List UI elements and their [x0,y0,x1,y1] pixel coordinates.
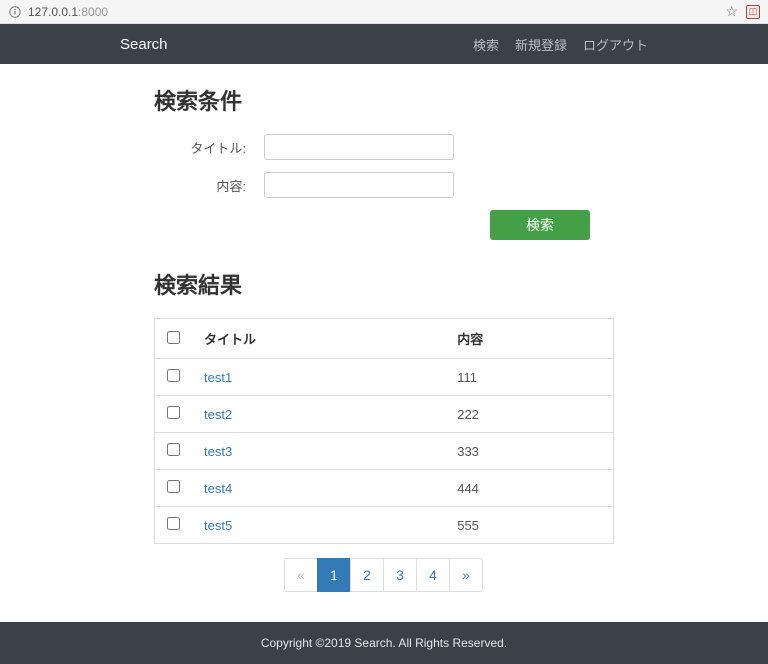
nav-link-search[interactable]: 検索 [473,35,499,54]
search-button[interactable]: 検索 [490,210,590,240]
main-container: 検索条件 タイトル: 内容: 検索 検索結果 タイトル 内容 test1111t… [154,64,614,622]
row-checkbox-cell [155,470,193,507]
extension-icon[interactable]: ◫ [746,5,760,19]
row-checkbox[interactable] [167,369,180,382]
page-4[interactable]: 4 [416,558,450,592]
nav-link-register[interactable]: 新規登録 [515,35,567,54]
select-all-checkbox[interactable] [167,331,180,344]
content-label: 内容: [154,176,264,195]
page-3[interactable]: 3 [383,558,417,592]
url-port: :8000 [78,5,108,19]
row-title-cell: test4 [192,470,445,507]
table-row: test3 333 [155,433,614,470]
page-1[interactable]: 1 [317,558,351,592]
results-table: タイトル 内容 test1 111 test2 222 test3 333 test4 444… [154,318,614,544]
row-title-cell: test3 [192,433,445,470]
row-checkbox[interactable] [167,517,180,530]
row-checkbox-cell [155,507,193,544]
table-row: test4 444 [155,470,614,507]
content-input[interactable] [264,172,454,198]
row-content-cell: 111 [445,359,613,396]
page-2[interactable]: 2 [350,558,384,592]
button-row: 検索 [154,210,614,240]
nav-link-logout[interactable]: ログアウト [583,35,648,54]
row-checkbox[interactable] [167,480,180,493]
bookmark-star-icon[interactable]: ☆ [725,3,738,20]
row-title-link[interactable]: test3 [204,444,232,459]
row-checkbox-cell [155,359,193,396]
row-title-link[interactable]: test2 [204,407,232,422]
row-title-link[interactable]: test5 [204,518,232,533]
table-header-row: タイトル 内容 [155,319,614,359]
footer-text: Copyright ©2019 Search. All Rights Reser… [261,636,507,650]
table-row: test2 222 [155,396,614,433]
row-content-cell: 222 [445,396,613,433]
title-label: タイトル: [154,138,264,157]
table-row: test1 111 [155,359,614,396]
row-title-cell: test5 [192,507,445,544]
row-title-cell: test2 [192,396,445,433]
table-row: test5 555 [155,507,614,544]
row-content-cell: 333 [445,433,613,470]
form-row-title: タイトル: [154,134,614,160]
row-checkbox-cell [155,396,193,433]
url-text[interactable]: 127.0.0.1:8000 [28,5,108,19]
form-row-content: 内容: [154,172,614,198]
browser-address-bar: 127.0.0.1:8000 ☆ ◫ [0,0,768,24]
row-title-cell: test1 [192,359,445,396]
brand-link[interactable]: Search [120,36,168,53]
nav-right: 検索 新規登録 ログアウト [473,35,648,54]
search-conditions-heading: 検索条件 [154,84,614,116]
url-host: 127.0.0.1 [28,5,78,19]
title-input[interactable] [264,134,454,160]
page-prev[interactable]: « [284,558,318,592]
row-checkbox-cell [155,433,193,470]
header-title: タイトル [192,319,445,359]
results-heading: 検索結果 [154,268,614,300]
header-checkbox-cell [155,319,193,359]
row-title-link[interactable]: test4 [204,481,232,496]
row-content-cell: 444 [445,470,613,507]
row-content-cell: 555 [445,507,613,544]
pagination: « 1234 » [154,558,614,592]
info-icon [8,5,22,19]
row-checkbox[interactable] [167,443,180,456]
navbar: Search 検索 新規登録 ログアウト [0,24,768,64]
page-next[interactable]: » [449,558,483,592]
footer: Copyright ©2019 Search. All Rights Reser… [0,622,768,664]
header-content: 内容 [445,319,613,359]
row-title-link[interactable]: test1 [204,370,232,385]
row-checkbox[interactable] [167,406,180,419]
